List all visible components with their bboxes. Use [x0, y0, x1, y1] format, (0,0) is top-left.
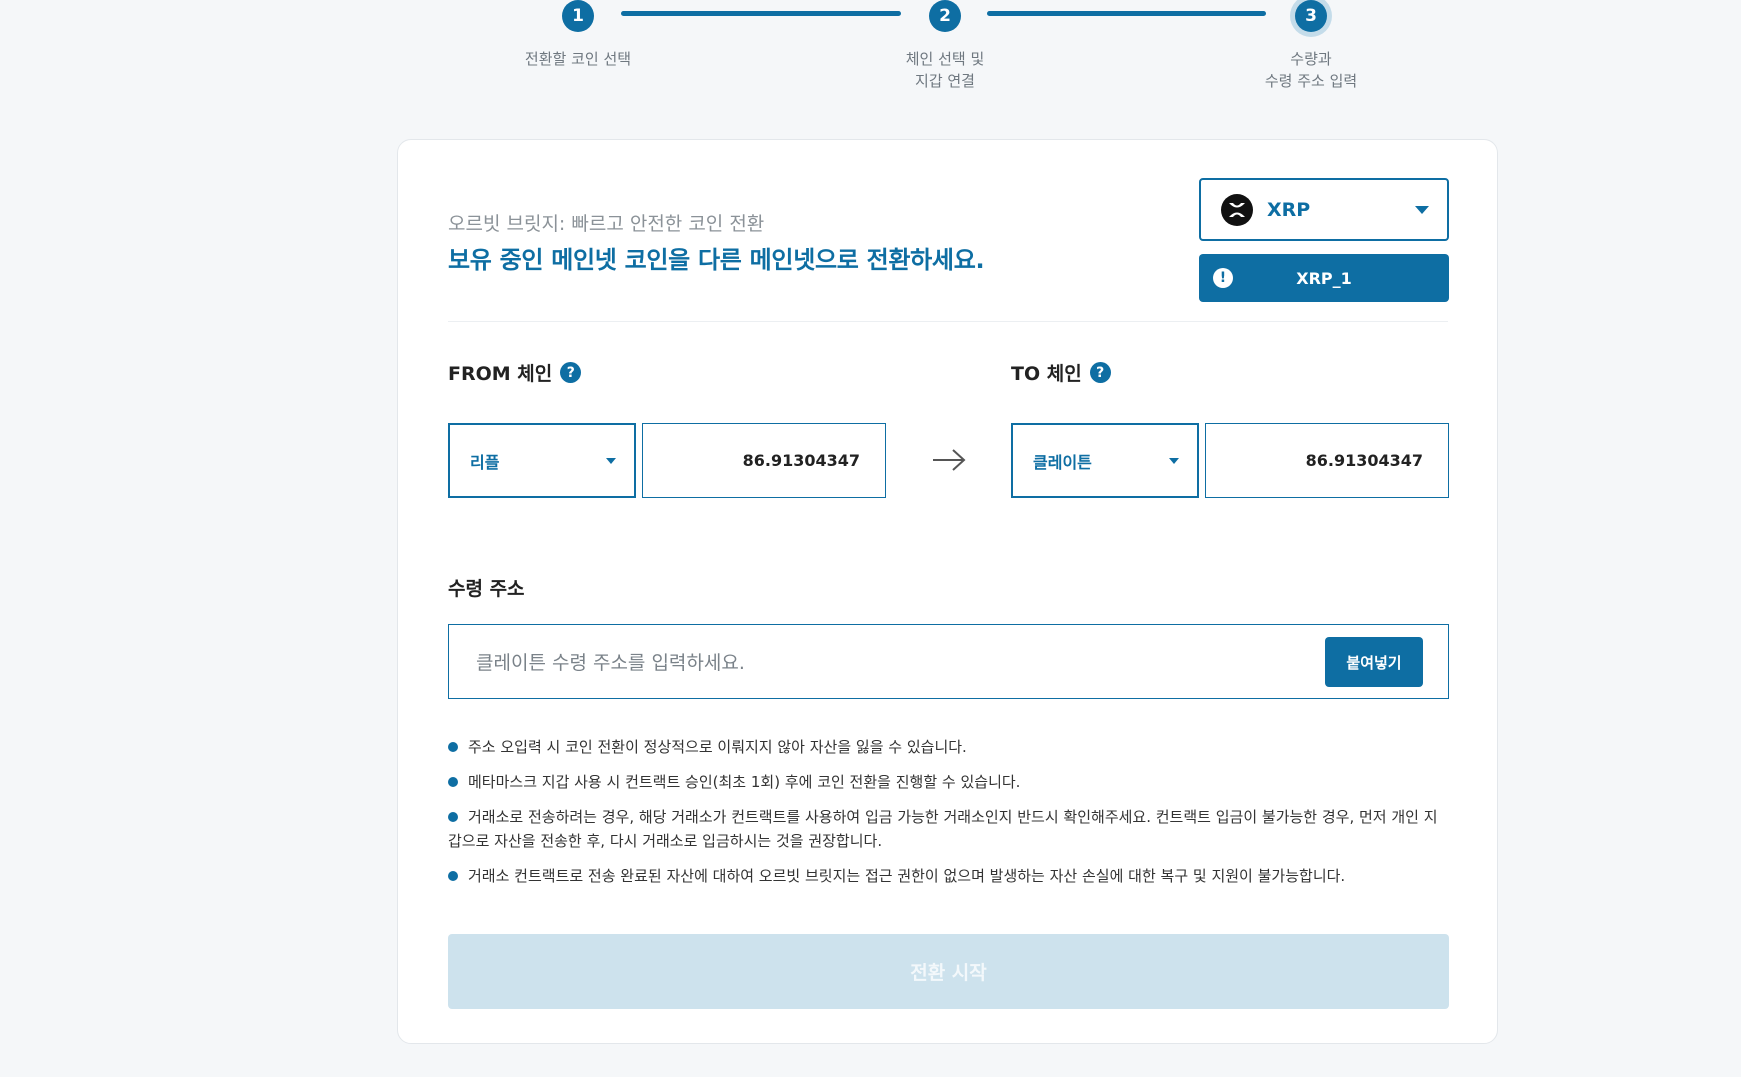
step-2-indicator: 2	[929, 0, 961, 32]
page-subtitle: 오르빗 브릿지: 빠르고 안전한 코인 전환	[448, 213, 765, 235]
bullet-icon	[448, 812, 458, 822]
help-icon[interactable]: ?	[1089, 362, 1111, 383]
start-conversion-button[interactable]: 전환 시작	[448, 934, 1449, 1009]
notice-text: 거래소로 전송하려는 경우, 해당 거래소가 컨트랙트를 사용하여 입금 가능한…	[448, 808, 1438, 850]
from-chain-value: 리플	[470, 452, 500, 472]
address-input-box: 붙여넣기	[448, 624, 1449, 699]
from-chain-heading: FROM 체인 ?	[448, 359, 582, 386]
address-input[interactable]	[474, 640, 1278, 686]
notice-text: 메타마스크 지갑 사용 시 컨트랙트 승인(최초 1회) 후에 코인 전환을 진…	[468, 773, 1021, 791]
wallet-address-button[interactable]: ! XRP_1	[1199, 254, 1449, 302]
step-connector-2-3	[987, 11, 1266, 16]
bullet-icon	[448, 777, 458, 787]
header-divider	[448, 321, 1448, 322]
paste-button[interactable]: 붙여넣기	[1325, 637, 1423, 687]
bullet-icon	[448, 742, 458, 752]
bullet-icon	[448, 871, 458, 881]
help-icon[interactable]: ?	[560, 362, 582, 383]
step-2-label: 체인 선택 및 지갑 연결	[905, 50, 985, 90]
chevron-down-icon	[1415, 205, 1429, 214]
from-chain-label: FROM 체인	[448, 363, 553, 385]
bridge-card: 오르빗 브릿지: 빠르고 안전한 코인 전환 보유 중인 메인넷 코인을 다른 …	[397, 139, 1498, 1044]
step-3-label: 수량과 수령 주소 입력	[1264, 50, 1358, 90]
coin-select-dropdown[interactable]: XRP	[1199, 178, 1449, 241]
list-item: 거래소로 전송하려는 경우, 해당 거래소가 컨트랙트를 사용하여 입금 가능한…	[448, 805, 1448, 853]
step-3-indicator: 3	[1295, 0, 1327, 32]
to-chain-select[interactable]: 클레이튼	[1011, 423, 1199, 498]
step-1-indicator: 1	[562, 0, 594, 32]
notice-text: 주소 오입력 시 코인 전환이 정상적으로 이뤄지지 않아 자산을 잃을 수 있…	[468, 738, 967, 756]
to-chain-label: TO 체인	[1011, 363, 1082, 385]
chevron-down-icon	[606, 457, 616, 464]
from-chain-select[interactable]: 리플	[448, 423, 636, 498]
selected-coin-label: XRP	[1267, 198, 1311, 221]
alert-icon: !	[1213, 268, 1233, 288]
list-item: 거래소 컨트랙트로 전송 완료된 자산에 대하여 오르빗 브릿지는 접근 권한이…	[448, 864, 1448, 888]
step-connector-1-2	[621, 11, 901, 16]
step-1-label: 전환할 코인 선택	[524, 50, 632, 68]
list-item: 주소 오입력 시 코인 전환이 정상적으로 이뤄지지 않아 자산을 잃을 수 있…	[448, 735, 1448, 759]
page-title: 보유 중인 메인넷 코인을 다른 메인넷으로 전환하세요.	[448, 246, 985, 274]
notice-list: 주소 오입력 시 코인 전환이 정상적으로 이뤄지지 않아 자산을 잃을 수 있…	[448, 735, 1448, 899]
xrp-logo-icon	[1221, 193, 1253, 226]
chevron-down-icon	[1169, 457, 1179, 464]
arrow-right-icon	[933, 449, 966, 471]
to-chain-heading: TO 체인 ?	[1011, 359, 1111, 386]
notice-text: 거래소 컨트랙트로 전송 완료된 자산에 대하여 오르빗 브릿지는 접근 권한이…	[468, 867, 1346, 885]
from-amount-field[interactable]: 86.91304347	[642, 423, 886, 498]
to-chain-value: 클레이튼	[1033, 452, 1092, 472]
progress-stepper: 1 전환할 코인 선택 2 체인 선택 및 지갑 연결 3 수량과 수령 주소 …	[0, 0, 1741, 100]
address-label: 수령 주소	[448, 578, 525, 600]
to-amount-field[interactable]: 86.91304347	[1205, 423, 1449, 498]
list-item: 메타마스크 지갑 사용 시 컨트랙트 승인(최초 1회) 후에 코인 전환을 진…	[448, 770, 1448, 794]
wallet-label: XRP_1	[1296, 268, 1352, 288]
